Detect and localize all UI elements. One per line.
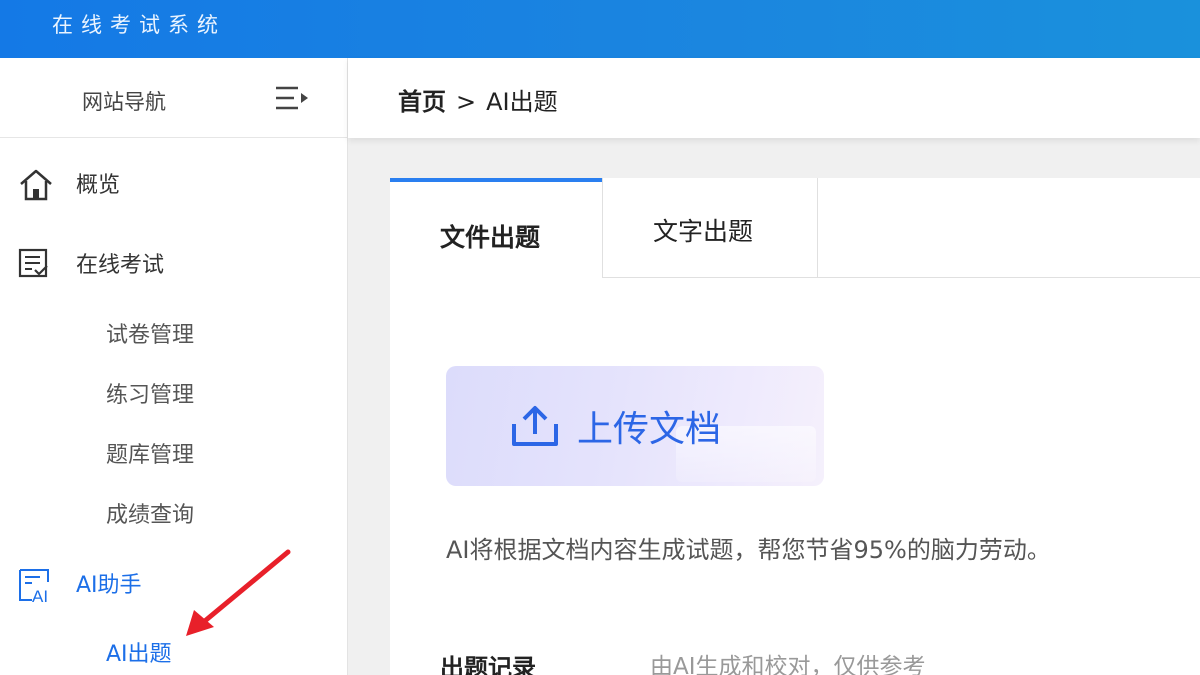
sidebar-header: 网站导航 [0,58,347,138]
sidebar-item-label: AI助手 [76,573,142,598]
sidebar-item-label: 练习管理 [106,383,195,408]
sidebar-item-paper-management[interactable]: 试卷管理 [0,312,347,352]
breadcrumb: 首页 > AI出题 [398,82,558,117]
content-card: 文件出题 文字出题 上传文档 AI将根据文档内容生成试题，帮您节省95%的脑力劳… [390,178,1200,675]
sidebar-item-label: 题库管理 [106,443,195,468]
tab-bar: 文件出题 文字出题 [390,178,1200,278]
sidebar-item-label: 在线考试 [76,253,165,278]
upload-document-button[interactable]: 上传文档 [446,366,824,486]
sidebar-item-label: 概览 [76,173,121,198]
sidebar-item-label: 成绩查询 [106,503,195,528]
breadcrumb-home-link[interactable]: 首页 [398,88,446,116]
sidebar-item-online-exam[interactable]: 在线考试 [0,240,347,284]
sidebar-item-label: 试卷管理 [106,323,195,348]
upload-hint-text: AI将根据文档内容生成试题，帮您节省95%的脑力劳动。 [446,536,1051,564]
app-title: 在线考试系统 [52,13,226,37]
svg-text:AI: AI [32,587,48,604]
exam-list-icon [18,248,52,284]
sidebar-item-practice-management[interactable]: 练习管理 [0,372,347,412]
sidebar-item-question-bank[interactable]: 题库管理 [0,432,347,472]
breadcrumb-current: AI出题 [486,88,558,116]
sidebar-item-overview[interactable]: 概览 [0,160,347,204]
tab-label: 文件出题 [440,223,541,252]
sidebar-title: 网站导航 [82,90,166,114]
breadcrumb-bar: 首页 > AI出题 [348,58,1200,138]
collapse-menu-icon[interactable] [274,84,310,116]
sidebar-item-score-query[interactable]: 成绩查询 [0,492,347,532]
tab-text-generation[interactable]: 文字出题 [602,178,818,278]
breadcrumb-separator: > [456,88,477,116]
annotation-arrow [172,548,292,647]
ai-assistant-icon: AI [18,568,54,608]
home-icon [18,168,54,206]
records-title: 出题记录 [440,654,536,675]
top-bar: 在线考试系统 [0,0,1200,58]
tab-file-generation[interactable]: 文件出题 [390,178,602,278]
sidebar-item-label: AI出题 [106,642,172,667]
records-note: 由AI生成和校对，仅供参考 [650,654,926,675]
upload-button-label: 上传文档 [577,409,722,450]
tab-label: 文字出题 [653,217,754,246]
upload-icon [510,404,560,452]
tab-bar-filler [818,178,1200,278]
